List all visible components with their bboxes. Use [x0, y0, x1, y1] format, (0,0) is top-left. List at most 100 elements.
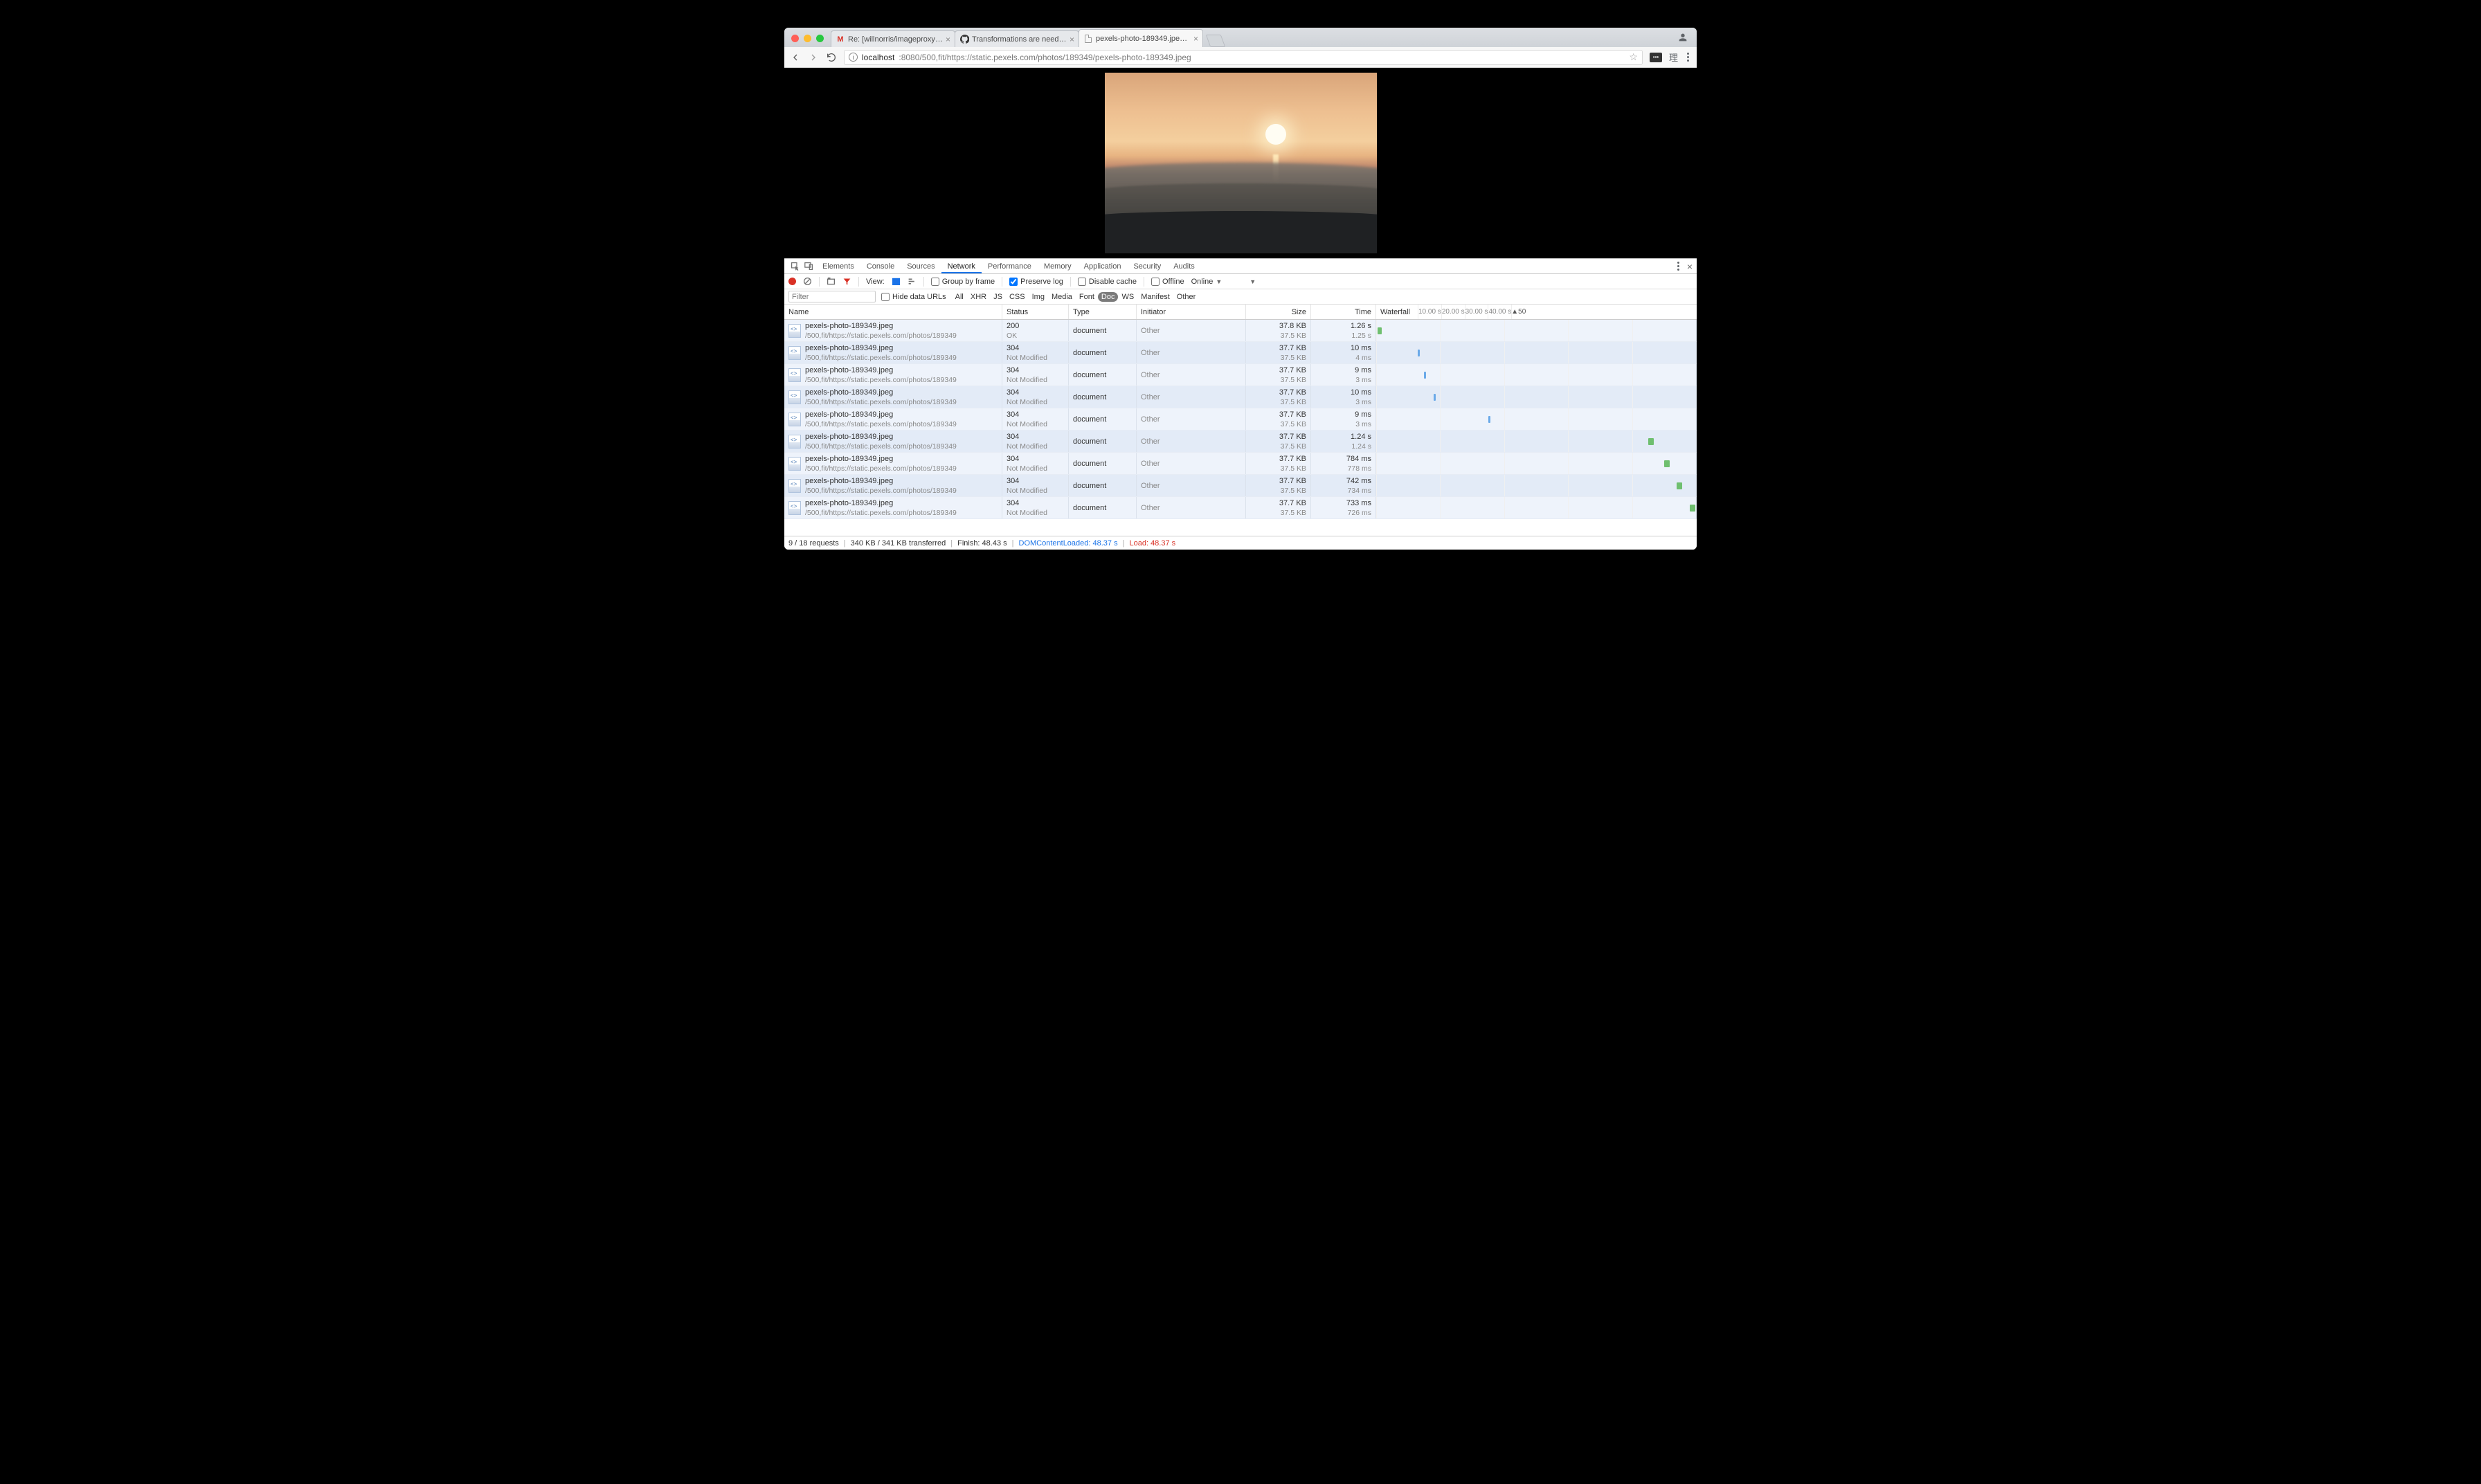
inspect-element-icon[interactable] [788, 262, 801, 271]
document-icon [788, 457, 801, 471]
table-row[interactable]: pexels-photo-189349.jpeg/500,fit/https:/… [784, 364, 1697, 386]
filter-type-img[interactable]: Img [1029, 292, 1048, 302]
request-path: /500,fit/https://static.pexels.com/photo… [805, 331, 998, 341]
throttling-caret-icon[interactable]: ▼ [1249, 278, 1256, 285]
col-size[interactable]: Size [1246, 305, 1311, 319]
clear-button[interactable] [803, 277, 812, 286]
extension-icon[interactable]: ••• [1650, 53, 1662, 62]
preserve-log-checkbox[interactable]: Preserve log [1009, 278, 1063, 286]
table-row[interactable]: pexels-photo-189349.jpeg/500,fit/https:/… [784, 386, 1697, 408]
devtools-tabs: ElementsConsoleSourcesNetworkPerformance… [784, 259, 1697, 274]
devtools-tab-security[interactable]: Security [1127, 260, 1167, 273]
col-waterfall[interactable]: Waterfall 10.00 s20.00 s30.00 s40.00 s▲5… [1376, 305, 1697, 319]
filter-type-media[interactable]: Media [1048, 292, 1076, 302]
request-path: /500,fit/https://static.pexels.com/photo… [805, 353, 998, 363]
devtools-tab-network[interactable]: Network [941, 260, 982, 273]
filter-type-other[interactable]: Other [1173, 292, 1200, 302]
devtools-tab-console[interactable]: Console [860, 260, 901, 273]
table-row[interactable]: pexels-photo-189349.jpeg/500,fit/https:/… [784, 475, 1697, 497]
table-row[interactable]: pexels-photo-189349.jpeg/500,fit/https:/… [784, 453, 1697, 475]
back-button[interactable] [790, 52, 801, 63]
col-status[interactable]: Status [1002, 305, 1069, 319]
table-row[interactable]: pexels-photo-189349.jpeg/500,fit/https:/… [784, 408, 1697, 431]
record-button[interactable] [788, 278, 796, 285]
devtools-tab-performance[interactable]: Performance [982, 260, 1038, 273]
site-info-icon[interactable]: i [849, 53, 858, 62]
forward-button[interactable] [808, 52, 819, 63]
displayed-image [1105, 73, 1377, 253]
waterfall-bar [1376, 386, 1696, 408]
request-path: /500,fit/https://static.pexels.com/photo… [805, 486, 998, 496]
online-select[interactable]: Online▼ [1191, 278, 1223, 286]
filter-type-manifest[interactable]: Manifest [1137, 292, 1173, 302]
close-tab-icon[interactable]: × [946, 35, 950, 44]
filter-toggle-icon[interactable] [842, 277, 851, 286]
hide-data-urls-checkbox[interactable]: Hide data URLs [881, 293, 946, 301]
request-name: pexels-photo-189349.jpeg [805, 476, 998, 486]
table-row[interactable]: pexels-photo-189349.jpeg/500,fit/https:/… [784, 320, 1697, 342]
col-time[interactable]: Time [1311, 305, 1376, 319]
table-header: Name Status Type Initiator Size Time Wat… [784, 305, 1697, 320]
tab-title: Re: [willnorris/imageproxy] Tra [845, 35, 946, 44]
filter-input[interactable] [788, 291, 876, 302]
filter-type-font[interactable]: Font [1076, 292, 1098, 302]
offline-checkbox[interactable]: Offline [1151, 278, 1184, 286]
waterfall-bar [1376, 497, 1696, 518]
devtools-tab-audits[interactable]: Audits [1167, 260, 1201, 273]
devtools-tab-application[interactable]: Application [1078, 260, 1128, 273]
tab-title: pexels-photo-189349.jpeg (50 [1093, 35, 1193, 43]
filter-type-doc[interactable]: Doc [1098, 292, 1119, 302]
browser-tab[interactable]: MRe: [willnorris/imageproxy] Tra× [831, 30, 955, 47]
table-row[interactable]: pexels-photo-189349.jpeg/500,fit/https:/… [784, 497, 1697, 519]
gmail-icon: M [836, 35, 845, 44]
new-tab-button[interactable] [1206, 35, 1226, 47]
page-viewport [784, 68, 1697, 258]
col-name[interactable]: Name [784, 305, 1002, 319]
status-finish: Finish: 48.43 s [957, 539, 1007, 548]
filter-type-css[interactable]: CSS [1006, 292, 1029, 302]
profile-icon[interactable] [1677, 32, 1688, 43]
filter-type-ws[interactable]: WS [1118, 292, 1137, 302]
close-tab-icon[interactable]: × [1070, 35, 1074, 44]
waterfall-bar [1376, 431, 1696, 452]
filter-bar: Hide data URLs AllXHRJSCSSImgMediaFontDo… [784, 289, 1697, 305]
request-name: pexels-photo-189349.jpeg [805, 410, 998, 419]
waterfall-bar [1376, 364, 1696, 386]
browser-tab[interactable]: Transformations are needless× [955, 30, 1079, 47]
minimize-window-icon[interactable] [804, 35, 811, 42]
request-path: /500,fit/https://static.pexels.com/photo… [805, 464, 998, 473]
devtools-menu-icon[interactable] [1675, 262, 1681, 271]
table-row[interactable]: pexels-photo-189349.jpeg/500,fit/https:/… [784, 342, 1697, 364]
extension-cjk-icon[interactable]: 理 [1669, 51, 1678, 64]
close-window-icon[interactable] [791, 35, 799, 42]
waterfall-bar [1376, 408, 1696, 430]
waterfall-overview-icon[interactable] [908, 277, 917, 286]
browser-menu-icon[interactable] [1685, 53, 1691, 62]
device-toggle-icon[interactable] [802, 262, 815, 271]
browser-tab[interactable]: pexels-photo-189349.jpeg (50× [1079, 29, 1203, 47]
col-type[interactable]: Type [1069, 305, 1137, 319]
status-load: Load: 48.37 s [1129, 539, 1175, 548]
address-bar[interactable]: i localhost:8080/500,fit/https://static.… [844, 50, 1643, 65]
devtools-tab-memory[interactable]: Memory [1038, 260, 1078, 273]
table-row[interactable]: pexels-photo-189349.jpeg/500,fit/https:/… [784, 431, 1697, 453]
filter-type-all[interactable]: All [952, 292, 967, 302]
browser-toolbar: i localhost:8080/500,fit/https://static.… [784, 47, 1697, 68]
devtools-close-icon[interactable]: × [1687, 261, 1693, 272]
window-controls [784, 30, 831, 47]
group-by-frame-checkbox[interactable]: Group by frame [931, 278, 995, 286]
col-initiator[interactable]: Initiator [1137, 305, 1246, 319]
disable-cache-checkbox[interactable]: Disable cache [1078, 278, 1137, 286]
devtools-tab-sources[interactable]: Sources [901, 260, 941, 273]
reload-button[interactable] [826, 52, 837, 63]
large-rows-icon[interactable] [892, 277, 901, 286]
capture-screenshot-icon[interactable] [827, 277, 836, 286]
filter-type-js[interactable]: JS [990, 292, 1006, 302]
close-tab-icon[interactable]: × [1193, 34, 1198, 44]
bookmark-icon[interactable]: ☆ [1629, 51, 1638, 63]
request-path: /500,fit/https://static.pexels.com/photo… [805, 508, 998, 518]
maximize-window-icon[interactable] [816, 35, 824, 42]
devtools-panel: ElementsConsoleSourcesNetworkPerformance… [784, 258, 1697, 550]
devtools-tab-elements[interactable]: Elements [816, 260, 860, 273]
filter-type-xhr[interactable]: XHR [967, 292, 990, 302]
